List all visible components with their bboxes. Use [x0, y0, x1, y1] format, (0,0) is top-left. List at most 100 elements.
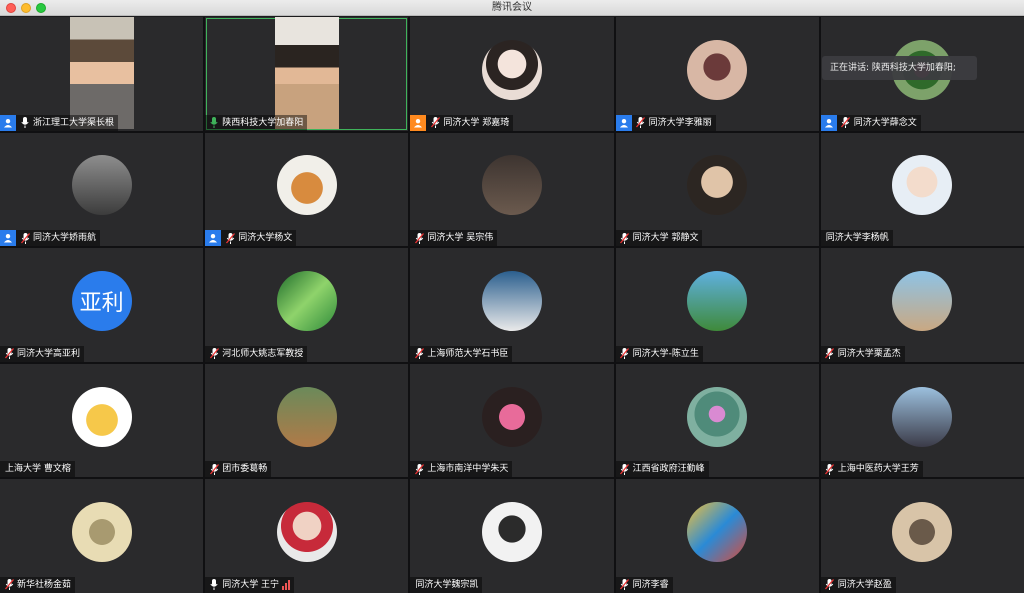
avatar	[687, 270, 748, 331]
name-label-bar: 同济大学薛念文	[820, 114, 921, 131]
name-label-bar: 同济大学栗孟杰	[820, 345, 905, 362]
participant-name: 同济大学 王宁	[222, 579, 280, 590]
participant-tile[interactable]: 上海市南洋中学朱天	[410, 363, 614, 478]
avatar	[892, 270, 953, 331]
participant-name: 浙江理工大学渠长根	[33, 117, 115, 128]
participant-name: 同济大学赵盈	[837, 579, 892, 590]
participant-tile[interactable]: 同济大学 郭静文	[615, 132, 819, 247]
participant-tile[interactable]: 上海中医药大学王芳	[820, 363, 1024, 478]
name-label-bar: 上海市南洋中学朱天	[410, 461, 513, 478]
avatar	[71, 502, 132, 563]
avatar	[276, 155, 337, 216]
avatar	[481, 502, 542, 563]
avatar	[687, 155, 748, 216]
participant-tile[interactable]: 同济大学杨文	[205, 132, 409, 247]
window-title: 腾讯会议	[492, 2, 532, 13]
participant-name: 同济大学栗孟杰	[837, 348, 901, 359]
microphone-muted-icon	[19, 232, 31, 244]
participant-name: 同济大学杨文	[238, 233, 293, 244]
name-label-bar: 江西省政府汪勤峰	[615, 461, 709, 478]
participant-name: 同济李睿	[632, 579, 669, 590]
avatar	[71, 386, 132, 447]
avatar	[71, 155, 132, 216]
participant-tile[interactable]: 同济大学栗孟杰	[820, 248, 1024, 362]
avatar	[687, 502, 748, 563]
microphone-muted-icon	[413, 463, 425, 475]
avatar	[276, 386, 337, 447]
user-icon	[0, 114, 16, 131]
participant-tile[interactable]: 同济大学-陈立生	[615, 248, 819, 362]
participant-tile[interactable]: 亚利 同济大学高亚利	[0, 248, 204, 362]
microphone-muted-icon	[208, 348, 220, 360]
name-label-bar: 陕西科技大学加春阳	[205, 114, 308, 131]
microphone-muted-icon	[619, 579, 631, 591]
avatar	[687, 386, 748, 447]
name-label-bar: 上海中医药大学王芳	[820, 461, 923, 478]
avatar	[892, 155, 953, 216]
participant-name: 上海师范大学石书臣	[427, 348, 509, 359]
avatar	[687, 39, 748, 100]
microphone-muted-icon	[208, 579, 220, 591]
participant-tile[interactable]: 同济大学赵盈	[820, 479, 1024, 593]
name-label-bar: 同济大学 王宁	[205, 576, 295, 593]
participant-tile[interactable]: 新华社杨金茹	[0, 479, 204, 593]
participant-tile[interactable]: 同济大学 吴宗伟	[410, 132, 614, 247]
participant-tile[interactable]: 上海大学 曹文榕	[0, 363, 204, 478]
microphone-muted-icon	[619, 463, 631, 475]
participant-tile[interactable]: 河北师大姚志军教授	[205, 248, 409, 362]
participant-tile[interactable]: 同济大学魏宗凯	[410, 479, 614, 593]
participant-tile[interactable]: 浙江理工大学渠长根	[0, 17, 204, 131]
participant-tile[interactable]: 江西省政府汪勤峰	[615, 363, 819, 478]
microphone-muted-icon	[429, 117, 441, 129]
user-icon	[820, 114, 837, 131]
microphone-icon	[19, 117, 31, 129]
name-label-bar: 同济大学李雅丽	[615, 114, 716, 131]
microphone-muted-icon	[413, 232, 425, 244]
microphone-muted-icon	[824, 348, 836, 360]
name-label-bar: 同济大学杨文	[205, 230, 297, 247]
participant-tile[interactable]: 团市委葛畅	[205, 363, 409, 478]
microphone-muted-icon	[224, 232, 236, 244]
user-icon	[410, 114, 427, 131]
name-label-bar: 同济大学赵盈	[820, 576, 896, 593]
participant-name: 同济大学魏宗凯	[415, 579, 479, 590]
microphone-muted-icon	[635, 117, 647, 129]
participant-tile[interactable]: 上海师范大学石书臣	[410, 248, 614, 362]
name-label-bar: 同济李睿	[615, 576, 673, 593]
video-feed	[69, 17, 134, 129]
video-feed	[274, 17, 339, 129]
avatar	[276, 270, 337, 331]
participant-name: 团市委葛畅	[222, 464, 268, 475]
microphone-muted-icon	[3, 348, 15, 360]
participant-tile[interactable]: 同济大学 王宁	[205, 479, 409, 593]
participant-tile[interactable]: 同济大学李杨帆	[820, 132, 1024, 247]
microphone-muted-icon	[3, 579, 15, 591]
avatar	[892, 386, 953, 447]
microphone-muted-icon	[619, 232, 631, 244]
microphone-active-icon	[208, 117, 220, 129]
microphone-muted-icon	[208, 463, 220, 475]
participant-tile[interactable]: 同济李睿	[615, 479, 819, 593]
name-label-bar: 同济大学高亚利	[0, 345, 85, 362]
name-label-bar: 同济大学-陈立生	[615, 345, 703, 362]
name-label-bar: 浙江理工大学渠长根	[0, 114, 119, 131]
participant-name: 江西省政府汪勤峰	[632, 464, 705, 475]
participant-name: 上海中医药大学王芳	[837, 464, 919, 475]
participant-tile[interactable]: 同济大学 郑嘉琦	[410, 17, 614, 131]
participant-name: 同济大学 吴宗伟	[427, 233, 494, 244]
participant-grid: 浙江理工大学渠长根 陕西科技大学加春阳 同济大学 郑嘉琦 同济大学李雅丽 同济大学薛念文…	[0, 17, 1024, 593]
participant-name: 同济大学 郑嘉琦	[443, 117, 510, 128]
user-icon	[615, 114, 632, 131]
participant-name: 同济大学 郭静文	[632, 233, 699, 244]
name-label-bar: 同济大学娇雨航	[0, 230, 101, 247]
microphone-muted-icon	[840, 117, 852, 129]
participant-name: 同济大学李杨帆	[825, 233, 889, 244]
name-label-bar: 同济大学 吴宗伟	[410, 230, 498, 247]
microphone-muted-icon	[413, 348, 425, 360]
participant-tile[interactable]: 同济大学李雅丽	[615, 17, 819, 131]
avatar	[481, 386, 542, 447]
user-icon	[0, 230, 16, 247]
participant-tile[interactable]: 陕西科技大学加春阳	[205, 17, 409, 131]
participant-tile[interactable]: 同济大学娇雨航	[0, 132, 204, 247]
avatar	[481, 270, 542, 331]
